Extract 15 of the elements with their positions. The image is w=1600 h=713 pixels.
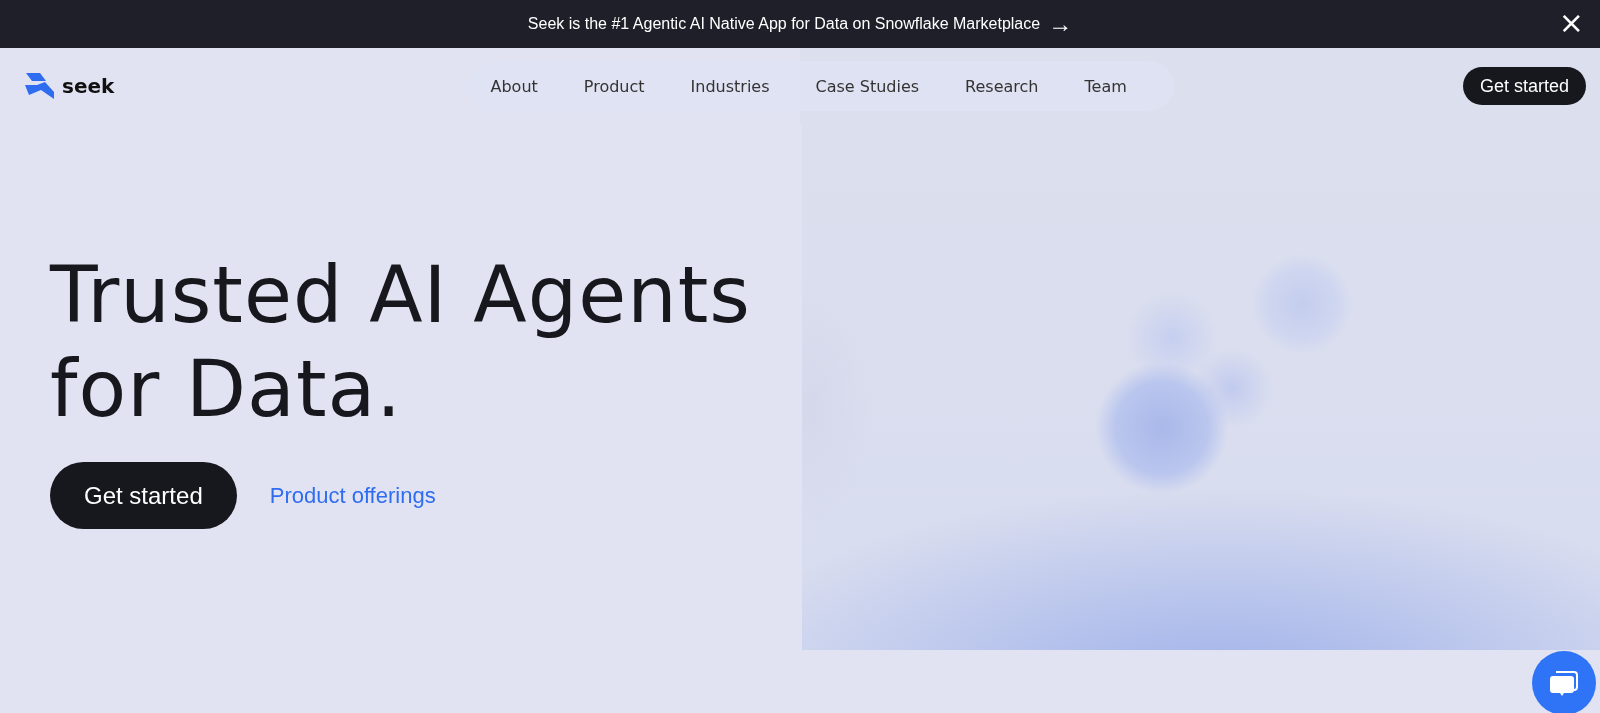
nav-link[interactable]: About <box>467 76 561 96</box>
logo-text[interactable]: seek <box>62 74 115 98</box>
hero-headline: Trusted AI Agents for Data. <box>50 249 752 436</box>
product-offerings-link[interactable]: Product offerings <box>269 482 436 509</box>
get-started-button[interactable]: Get started <box>1462 67 1586 105</box>
nav-link[interactable]: Team <box>1061 76 1150 96</box>
chat-icon <box>1549 668 1579 698</box>
nav-link[interactable]: Industries <box>667 76 793 96</box>
get-started-button[interactable]: Get started <box>50 462 237 529</box>
announcement-link[interactable]: Seek is the #1 Agentic AI Native App for Data on Snowflake Marketplace → <box>527 12 1073 36</box>
logo-icon <box>25 73 56 99</box>
close-button[interactable]: × <box>1554 8 1588 38</box>
nav-link[interactable]: Case Studies <box>792 76 943 96</box>
nav-link[interactable]: Research <box>942 76 1062 96</box>
nav-link[interactable]: Product <box>560 76 668 96</box>
